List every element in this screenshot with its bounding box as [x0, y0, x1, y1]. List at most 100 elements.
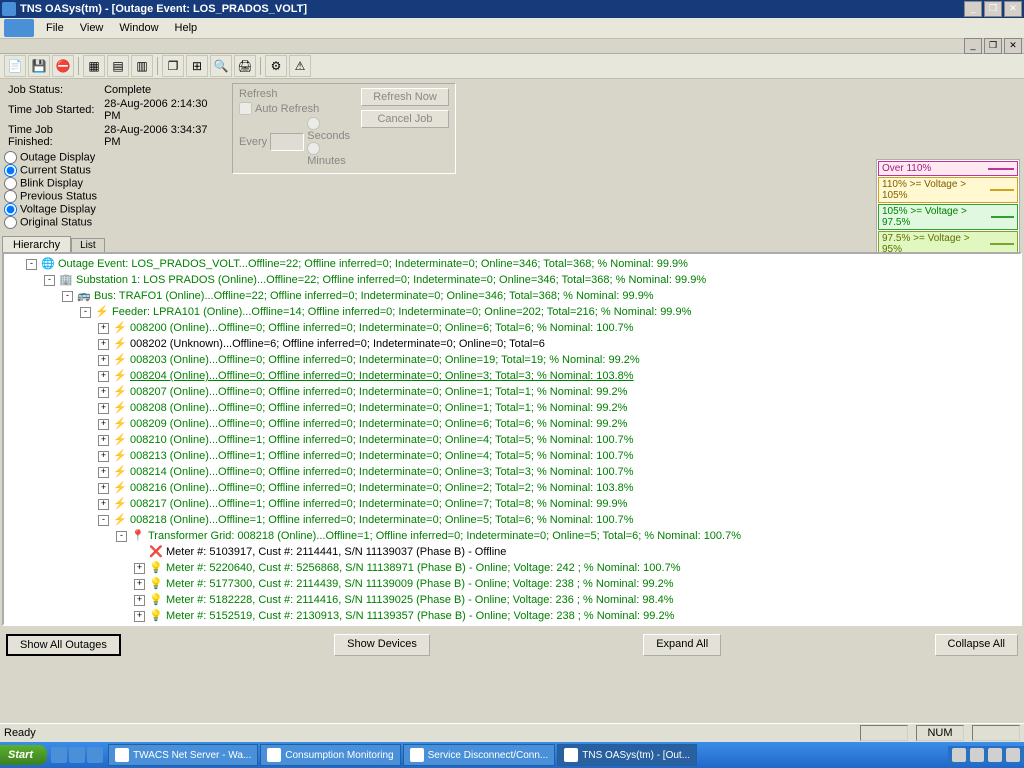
expand-icon[interactable]: + [98, 467, 109, 478]
tree-node[interactable]: +⚡008210 (Online)...Offline=1; Offline i… [6, 432, 1018, 448]
expand-icon[interactable]: + [98, 355, 109, 366]
tree-node[interactable]: +⚡008200 (Online)...Offline=0; Offline i… [6, 320, 1018, 336]
show-devices-button[interactable]: Show Devices [334, 634, 430, 656]
grid1-icon[interactable]: ▦ [83, 55, 105, 77]
tree-node[interactable]: ❌Meter #: 5103917, Cust #: 2114441, S/N … [6, 544, 1018, 560]
tree-node[interactable]: -🏢Substation 1: LOS PRADOS (Online)...Of… [6, 272, 1018, 288]
find-icon[interactable]: 🔍 [210, 55, 232, 77]
original-status-radio[interactable]: ​Original Status [4, 216, 114, 229]
tree-node[interactable]: +⚡008209 (Online)...Offline=0; Offline i… [6, 416, 1018, 432]
refresh-now-button[interactable]: Refresh Now [361, 88, 449, 106]
task-twacs[interactable]: TWACS Net Server - Wa... [108, 744, 258, 766]
expand-icon[interactable]: + [98, 339, 109, 350]
expand-icon[interactable]: + [134, 611, 145, 622]
expand-icon[interactable]: - [44, 275, 55, 286]
outage-display-radio[interactable]: ​Outage Display [4, 151, 114, 164]
tree-node[interactable]: -🚌Bus: TRAFO1 (Online)...Offline=22; Off… [6, 288, 1018, 304]
mdi-close-button[interactable]: ✕ [1004, 38, 1022, 54]
current-status-radio[interactable]: ​Current Status [4, 164, 114, 177]
menu-file[interactable]: File [38, 20, 72, 36]
tab-hierarchy[interactable]: Hierarchy [2, 236, 71, 253]
bolt-icon: ⚡ [113, 401, 127, 415]
tree-node[interactable]: -📍Transformer Grid: 008218 (Online)...Of… [6, 528, 1018, 544]
node-label: 008207 (Online)...Offline=0; Offline inf… [130, 384, 627, 400]
grid2-icon[interactable]: ▤ [107, 55, 129, 77]
tree-node[interactable]: +⚡008214 (Online)...Offline=0; Offline i… [6, 464, 1018, 480]
every-input [270, 133, 304, 151]
tree-node[interactable]: +💡Meter #: 5182228, Cust #: 2114416, S/N… [6, 592, 1018, 608]
expand-icon[interactable]: + [98, 323, 109, 334]
tree-node[interactable]: +⚡008204 (Online)...Offline=0; Offline i… [6, 368, 1018, 384]
tree-node[interactable]: +💡Meter #: 5220640, Cust #: 5256868, S/N… [6, 560, 1018, 576]
expand-icon[interactable]: + [134, 595, 145, 606]
save-icon[interactable]: 💾 [28, 55, 50, 77]
hierarchy-tree[interactable]: -🌐Outage Event: LOS_PRADOS_VOLT...Offlin… [2, 252, 1022, 626]
warning-icon[interactable]: ⚠ [289, 55, 311, 77]
tree-node[interactable]: +💡Meter #: 5177300, Cust #: 2114439, S/N… [6, 576, 1018, 592]
menu-window[interactable]: Window [111, 20, 166, 36]
expand-icon[interactable]: - [62, 291, 73, 302]
tree-node[interactable]: +⚡008203 (Online)...Offline=0; Offline i… [6, 352, 1018, 368]
tree-node[interactable]: +⚡008207 (Online)...Offline=0; Offline i… [6, 384, 1018, 400]
previous-status-radio[interactable]: ​Previous Status [4, 190, 114, 203]
ql-icon[interactable] [87, 747, 103, 763]
expand-icon[interactable]: + [98, 483, 109, 494]
collapse-all-button[interactable]: Collapse All [935, 634, 1018, 656]
expand-icon[interactable]: - [80, 307, 91, 318]
tree-node[interactable]: +💡Meter #: 5152519, Cust #: 2130913, S/N… [6, 608, 1018, 624]
expand-icon[interactable]: - [26, 259, 37, 270]
expand-icon[interactable]: + [98, 419, 109, 430]
tree-node[interactable]: -🌐Outage Event: LOS_PRADOS_VOLT...Offlin… [6, 256, 1018, 272]
expand-all-button[interactable]: Expand All [643, 634, 721, 656]
print-icon[interactable]: 🖨 [234, 55, 256, 77]
task-service[interactable]: Service Disconnect/Conn... [403, 744, 556, 766]
node-label: Meter #: 5220640, Cust #: 5256868, S/N 1… [166, 560, 680, 576]
expand-icon[interactable]: + [98, 451, 109, 462]
expand-icon[interactable]: + [134, 563, 145, 574]
tab-list[interactable]: List [71, 238, 105, 252]
expand-icon[interactable]: + [98, 499, 109, 510]
expand-icon[interactable]: - [98, 515, 109, 526]
menu-help[interactable]: Help [167, 20, 206, 36]
node-label: Substation 1: LOS PRADOS (Online)...Offl… [76, 272, 706, 288]
minimize-button[interactable]: _ [964, 1, 982, 17]
refresh-panel: Refresh Now Cancel Job Refresh Auto Refr… [232, 83, 456, 174]
tree-node[interactable]: +⚡008213 (Online)...Offline=1; Offline i… [6, 448, 1018, 464]
start-button[interactable]: Start [0, 745, 47, 765]
ql-icon[interactable] [69, 747, 85, 763]
voltage-display-radio[interactable]: ​Voltage Display [4, 203, 114, 216]
gear-icon[interactable]: ⚙ [265, 55, 287, 77]
expand-icon[interactable]: + [134, 579, 145, 590]
bolt-icon: ⚡ [113, 321, 127, 335]
ql-icon[interactable] [51, 747, 67, 763]
tile-icon[interactable]: ⊞ [186, 55, 208, 77]
node-label: Meter #: 5177300, Cust #: 2114439, S/N 1… [166, 576, 674, 592]
task-oasys[interactable]: TNS OASys(tm) - [Out... [557, 744, 697, 766]
expand-icon[interactable]: + [98, 387, 109, 398]
cancel-job-button[interactable]: Cancel Job [361, 110, 449, 128]
maximize-button[interactable]: ❐ [984, 1, 1002, 17]
tree-node[interactable]: +⚡008208 (Online)...Offline=0; Offline i… [6, 400, 1018, 416]
tree-node[interactable]: -⚡Feeder: LPRA101 (Online)...Offline=14;… [6, 304, 1018, 320]
tree-node[interactable]: +⚡008216 (Online)...Offline=0; Offline i… [6, 480, 1018, 496]
new-icon[interactable]: 📄 [4, 55, 26, 77]
menu-view[interactable]: View [72, 20, 112, 36]
blink-display-radio[interactable]: ​Blink Display [4, 177, 114, 190]
expand-icon[interactable]: + [98, 403, 109, 414]
show-all-outages-button[interactable]: Show All Outages [6, 634, 121, 656]
expand-icon[interactable]: + [98, 371, 109, 382]
expand-icon[interactable]: - [116, 531, 127, 542]
tree-node[interactable]: -⚡008218 (Online)...Offline=1; Offline i… [6, 512, 1018, 528]
mdi-restore-button[interactable]: ❐ [984, 38, 1002, 54]
close-button[interactable]: ✕ [1004, 1, 1022, 17]
bolt-icon: ⚡ [113, 449, 127, 463]
stop-icon[interactable]: ⛔ [52, 55, 74, 77]
tree-node[interactable]: +⚡008217 (Online)...Offline=1; Offline i… [6, 496, 1018, 512]
cascade-icon[interactable]: ❐ [162, 55, 184, 77]
tree-node[interactable]: +⚡008202 (Unknown)...Offline=6; Offline … [6, 336, 1018, 352]
expand-icon[interactable]: + [98, 435, 109, 446]
mdi-minimize-button[interactable]: _ [964, 38, 982, 54]
system-tray[interactable] [948, 746, 1024, 764]
grid3-icon[interactable]: ▥ [131, 55, 153, 77]
task-consumption[interactable]: Consumption Monitoring [260, 744, 400, 766]
